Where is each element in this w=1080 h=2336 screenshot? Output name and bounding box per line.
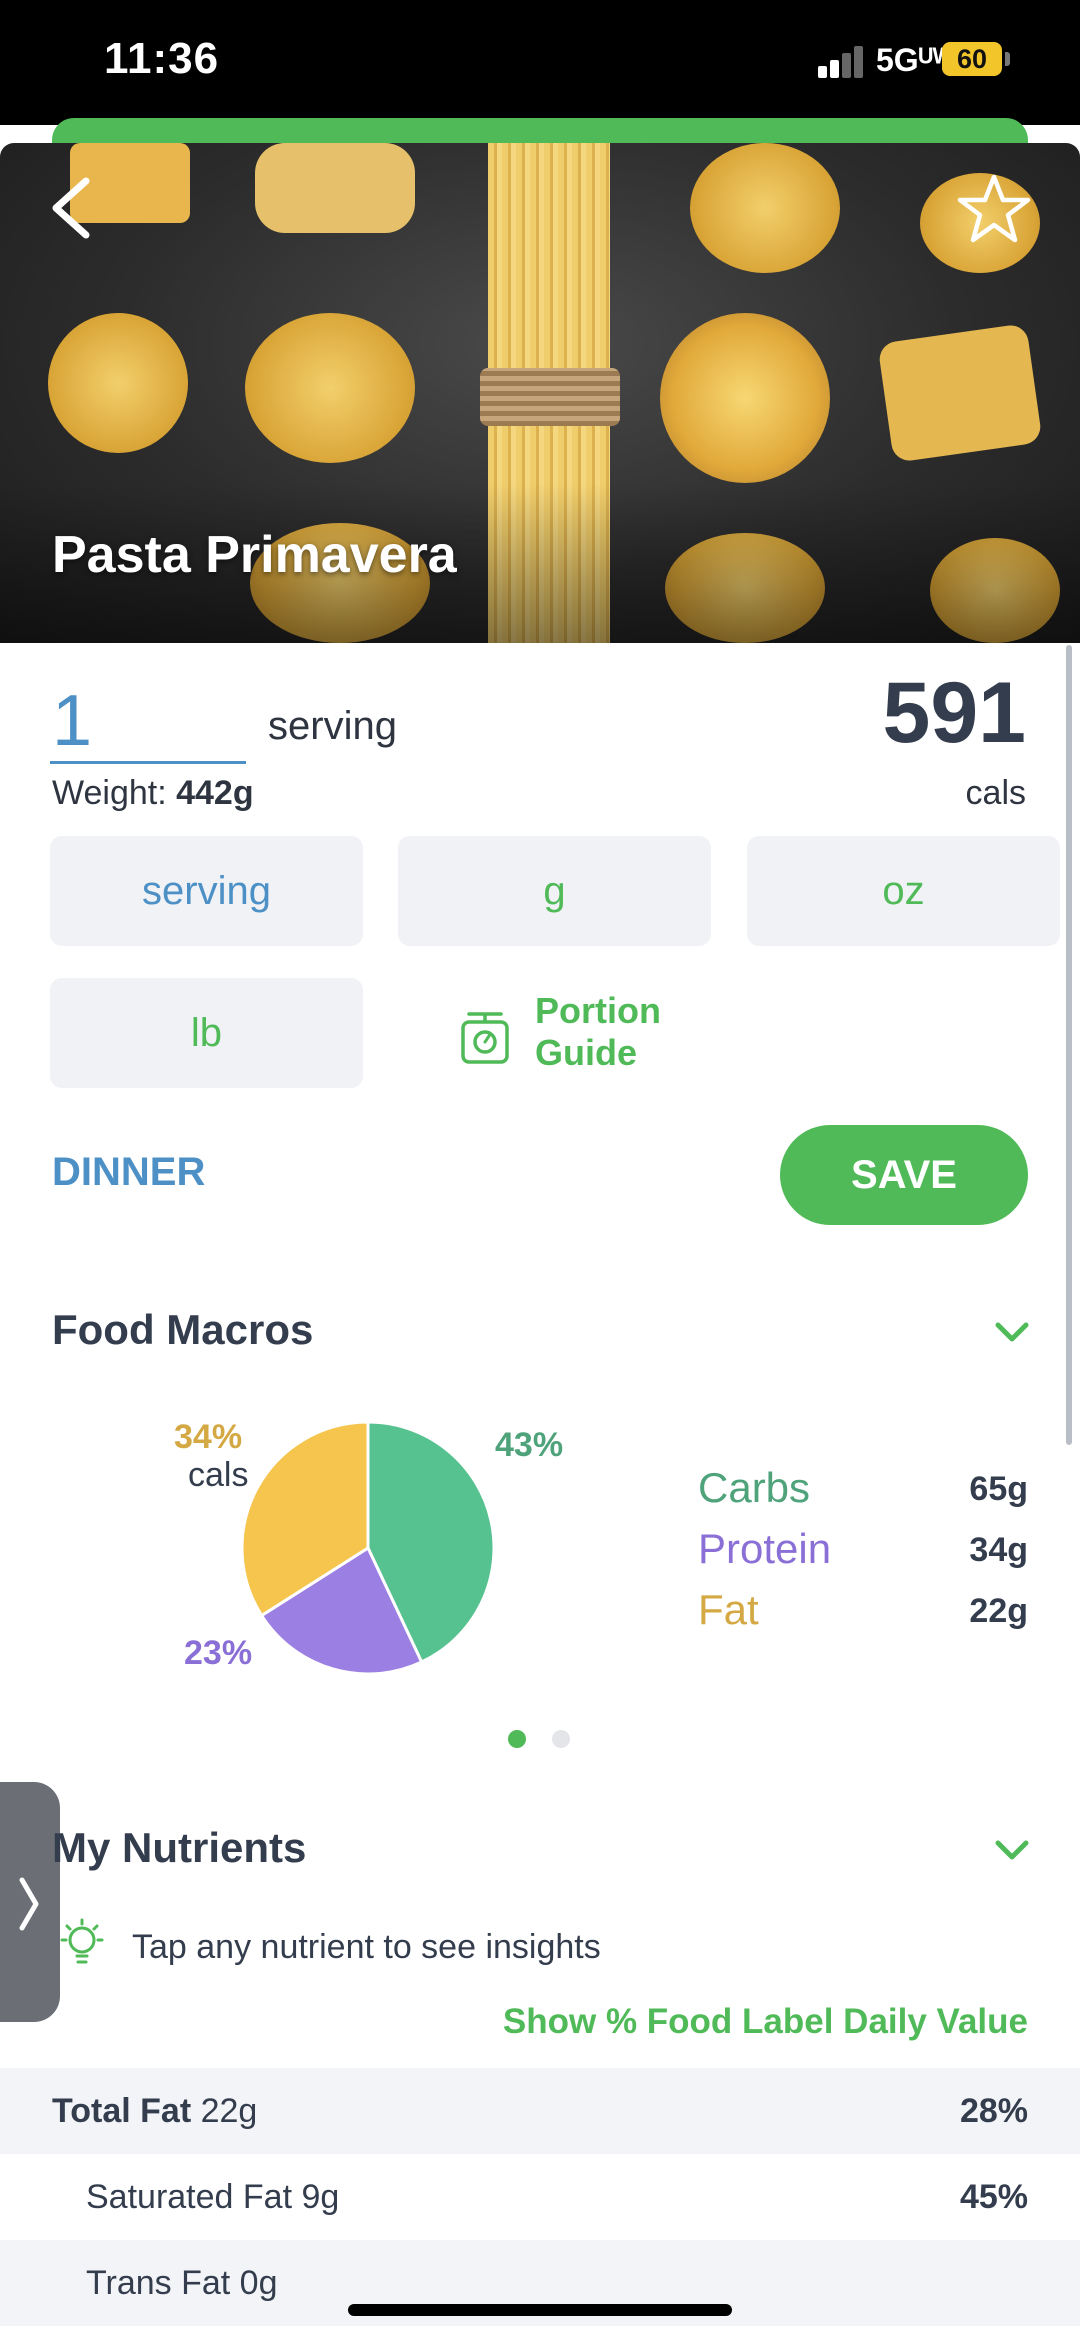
- legend-carbs-name: Carbs: [698, 1464, 811, 1511]
- pasta-macaroni: [245, 313, 415, 463]
- unit-chip-lb[interactable]: lb: [50, 978, 363, 1088]
- pasta-shells: [255, 143, 415, 233]
- signal-icon: [818, 46, 864, 78]
- weight-value: 442g: [176, 774, 254, 812]
- save-button[interactable]: SAVE: [780, 1125, 1028, 1225]
- chevron-left-icon: [52, 177, 90, 239]
- pie-cals-word: cals: [188, 1456, 249, 1494]
- legend-protein-value: 34g: [969, 1531, 1028, 1569]
- nutrient-row-total-fat[interactable]: Total Fat 22g 28%: [0, 2068, 1080, 2154]
- legend-fat: Fat 22g: [698, 1586, 1028, 1636]
- lightbulb-icon: [60, 1918, 104, 1964]
- unit-chip-g[interactable]: g: [398, 836, 711, 946]
- page-dot-active[interactable]: [508, 1730, 526, 1748]
- pasta-fusilli: [48, 313, 188, 453]
- food-macros-chevron-down-icon[interactable]: [992, 1320, 1032, 1346]
- nutrient-label: Trans Fat 0g: [86, 2264, 278, 2303]
- nutrient-label: Total Fat 22g: [52, 2092, 257, 2131]
- side-drawer-handle[interactable]: [0, 1782, 60, 2022]
- home-indicator[interactable]: [348, 2304, 732, 2316]
- portion-guide-label: Portion Guide: [535, 990, 661, 1074]
- nutrient-amount: 22g: [200, 2092, 258, 2130]
- legend-carbs: Carbs 65g: [698, 1464, 1028, 1514]
- nutrient-name: Saturated Fat: [86, 2178, 293, 2216]
- scrollbar[interactable]: [1066, 645, 1072, 1445]
- calories-unit: cals: [965, 774, 1026, 812]
- page-dot[interactable]: [552, 1730, 570, 1748]
- calories-value: 591: [882, 665, 1027, 761]
- nutrient-name: Total Fat: [52, 2092, 192, 2130]
- my-nutrients-title: My Nutrients: [52, 1824, 307, 1871]
- legend-protein-name: Protein: [698, 1525, 832, 1572]
- quantity-input[interactable]: 1: [50, 676, 246, 764]
- star-outline-icon: [957, 174, 1031, 243]
- legend-fat-name: Fat: [698, 1586, 759, 1633]
- battery-tip: [1005, 52, 1010, 66]
- quantity-value: 1: [52, 681, 93, 761]
- serving-unit-label: serving: [268, 704, 397, 748]
- favorite-button[interactable]: [956, 171, 1032, 247]
- legend-carbs-value: 65g: [969, 1470, 1028, 1508]
- pasta-penne: [877, 323, 1043, 463]
- nutrient-percent: 45%: [959, 2178, 1028, 2216]
- legend-fat-value: 22g: [969, 1592, 1028, 1630]
- weight-prefix: Weight:: [52, 774, 167, 812]
- my-nutrients-chevron-down-icon[interactable]: [992, 1838, 1032, 1864]
- daily-value-toggle[interactable]: Show % Food Label Daily Value: [503, 2002, 1028, 2042]
- hero-image: Pasta Primavera: [0, 143, 1080, 643]
- nutrient-name: Trans Fat: [86, 2264, 231, 2302]
- pie-label-fat: 34%: [174, 1418, 243, 1456]
- nutrient-row-saturated-fat[interactable]: Saturated Fat 9g 45%: [0, 2154, 1080, 2240]
- insights-tip-text: Tap any nutrient to see insights: [132, 1928, 601, 1966]
- portion-guide-line2: Guide: [535, 1032, 638, 1073]
- macros-pie-chart: [240, 1420, 496, 1676]
- nutrient-percent: 28%: [959, 2092, 1028, 2130]
- pie-label-protein: 23%: [184, 1634, 253, 1672]
- status-time: 11:36: [104, 34, 220, 83]
- pasta-fusilli-top: [690, 143, 840, 273]
- scale-icon: [461, 1012, 509, 1064]
- nutrient-amount: 9g: [301, 2178, 340, 2216]
- food-macros-title: Food Macros: [52, 1306, 314, 1353]
- twine: [480, 368, 620, 426]
- chevron-right-icon: [19, 1877, 39, 1931]
- legend-protein: Protein 34g: [698, 1525, 1028, 1575]
- status-bar: 11:36 5Gᵁᵂ 60: [0, 0, 1080, 125]
- food-title: Pasta Primavera: [52, 526, 457, 584]
- nutrient-amount: 0g: [239, 2264, 278, 2302]
- meal-selector[interactable]: DINNER: [52, 1150, 205, 1195]
- battery-icon: 60: [942, 42, 1002, 76]
- unit-chip-oz[interactable]: oz: [747, 836, 1060, 946]
- nutrient-label: Saturated Fat 9g: [86, 2178, 339, 2217]
- pasta-nest: [660, 313, 830, 483]
- unit-chip-serving[interactable]: serving: [50, 836, 363, 946]
- portion-guide-line1: Portion: [535, 990, 661, 1031]
- back-button[interactable]: [44, 173, 104, 243]
- pie-label-carbs: 43%: [495, 1426, 564, 1464]
- portion-guide-button[interactable]: Portion Guide: [452, 990, 712, 1080]
- weight-label: Weight: 442g: [52, 774, 254, 813]
